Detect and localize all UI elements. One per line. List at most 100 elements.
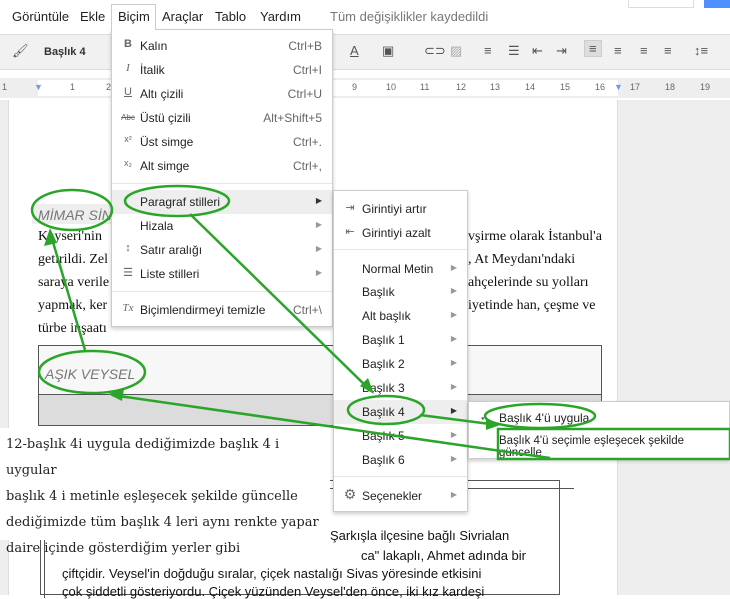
save-status: Tüm değişiklikler kaydedildi [330, 9, 489, 24]
decrease-indent-icon[interactable]: ⇤ [532, 43, 543, 59]
increase-indent-icon: ⇥ [345, 202, 355, 214]
menu-help[interactable]: Yardım [260, 9, 301, 24]
justify-icon[interactable]: ≡ [664, 43, 672, 58]
body-text[interactable]: çok şiddetli gösteriyordu. Çiçek yüzünde… [62, 584, 484, 599]
menu-item-strikethrough[interactable]: Abc Üstü çizili Alt+Shift+5 [112, 106, 332, 130]
body-text[interactable]: çiftçidir. Veysel'in doğduğu sıralar, çi… [62, 566, 481, 581]
indent-marker-icon[interactable]: ▼ [34, 82, 43, 92]
list-icon: ☰ [123, 267, 133, 279]
ruler-tick: 17 [630, 82, 641, 92]
menu-item-options[interactable]: ⚙ Seçenekler ▶ [334, 484, 467, 508]
align-left-icon[interactable]: ≡ [584, 40, 602, 57]
paragraph-styles-menu: ⇥ Girintiyi artır ⇤ Girintiyi azalt Normal… [333, 190, 468, 512]
strikethrough-icon: Abc [121, 113, 135, 122]
menu-item-update-heading-4[interactable]: Başlık 4'ü seçimle eşleşecek şekilde gün… [469, 430, 729, 459]
clear-formatting-icon: Tx [122, 302, 134, 314]
menu-tools[interactable]: Araçlar [162, 9, 203, 24]
ruler[interactable]: 1 ▼ 1 2 9 10 11 12 13 14 15 16 ▼ 17 18 1… [0, 78, 730, 98]
menu-format-open[interactable]: Biçim [118, 9, 150, 24]
body-text[interactable]: Şarkışla ilçesine bağlı Sivrialan [330, 528, 509, 543]
heading-asik-veysel[interactable]: AŞIK VEYSEL [45, 366, 135, 382]
menu-item-line-spacing[interactable]: ↕ Satır aralığı ▶ [112, 238, 332, 262]
paint-format-icon[interactable]: 🖌 [12, 43, 29, 59]
menu-item-list-styles[interactable]: ☰ Liste stilleri ▶ [112, 262, 332, 286]
ruler-tick: 11 [420, 82, 430, 92]
menu-item-subscript[interactable]: x₂ Alt simge Ctrl+, [112, 154, 332, 178]
body-text[interactable]: , At Meydanı'ndaki [468, 252, 575, 268]
bulleted-list-icon[interactable]: ☰ [508, 43, 520, 59]
chevron-right-icon: ▶ [450, 382, 457, 391]
ruler-tick: 12 [456, 82, 467, 92]
superscript-icon: x² [124, 134, 132, 144]
chevron-right-icon: ▶ [450, 454, 457, 463]
note-line: başlık 4 i metinle eşleşecek şekilde gün… [6, 489, 298, 504]
share-button[interactable] [704, 0, 730, 8]
text-color-icon[interactable]: A [350, 43, 359, 58]
menu-item-underline[interactable]: U Altı çizili Ctrl+U [112, 82, 332, 106]
ruler-tick: 14 [525, 82, 536, 92]
note-line: dediğimizde tüm başlık 4 leri aynı renkt… [6, 515, 319, 530]
line-spacing-icon[interactable]: ↕≡ [694, 43, 708, 58]
note-line: daire içinde gösterdiğim yerler gibi [6, 541, 241, 556]
menu-item-subtitle[interactable]: Alt başlık ▶ [334, 304, 467, 328]
italic-icon: I [126, 62, 130, 74]
menu-item-heading-5[interactable]: Başlık 5 ▶ [334, 424, 467, 448]
menu-item-heading-2[interactable]: Başlık 2 ▶ [334, 352, 467, 376]
body-text[interactable]: getirildi. Zel [38, 252, 108, 268]
bold-icon: B [124, 38, 132, 50]
right-indent-marker-icon[interactable]: ▼ [614, 82, 623, 92]
menu-item-increase-indent[interactable]: ⇥ Girintiyi artır [334, 197, 467, 221]
format-menu: B Kalın Ctrl+B I İtalik Ctrl+I U Altı çizili C… [111, 29, 333, 327]
checkmark-icon: ✓ [479, 409, 491, 424]
menu-insert[interactable]: Ekle [80, 9, 105, 24]
ruler-tick: 15 [560, 82, 571, 92]
body-text[interactable]: saraya verile [38, 275, 109, 291]
body-text[interactable]: vşirme olarak İstanbul'a [468, 229, 602, 245]
menu-view[interactable]: Görüntüle [12, 9, 69, 24]
increase-indent-icon[interactable]: ⇥ [556, 43, 567, 59]
align-center-icon[interactable]: ≡ [614, 43, 622, 58]
align-right-icon[interactable]: ≡ [640, 43, 648, 58]
chevron-right-icon: ▶ [315, 244, 322, 253]
menu-bar: Görüntüle Ekle Biçim Araçlar Tablo Yardı… [0, 0, 730, 32]
chevron-right-icon: ▶ [315, 268, 322, 277]
note-line: 12-başlık 4i uygula dediğimizde başlık 4… [6, 437, 280, 478]
menu-item-superscript[interactable]: x² Üst simge Ctrl+. [112, 130, 332, 154]
menu-item-heading-4[interactable]: Başlık 4 ▶ [334, 400, 467, 424]
ruler-tick: 10 [386, 82, 397, 92]
menu-item-heading-3[interactable]: Başlık 3 ▶ [334, 376, 467, 400]
body-text[interactable]: türbe inşaatı [38, 321, 107, 337]
menu-item-title[interactable]: Başlık ▶ [334, 280, 467, 304]
menu-item-normal-text[interactable]: Normal Metin ▶ [334, 257, 467, 281]
underline-icon: U [124, 86, 132, 98]
ruler-tick: 1 [2, 82, 8, 92]
chevron-right-icon: ▶ [450, 334, 457, 343]
body-text[interactable]: Kayseri'nin [38, 229, 102, 245]
annotation-note: 12-başlık 4i uygula dediğimizde başlık 4… [0, 428, 330, 556]
highlight-color-icon[interactable]: ▣ [382, 43, 394, 59]
menu-item-apply-heading-4[interactable]: ✓ Başlık 4'ü uygula [469, 406, 729, 430]
menu-item-heading-1[interactable]: Başlık 1 ▶ [334, 328, 467, 352]
body-text[interactable]: iyetinde han, çeşme ve [468, 298, 596, 314]
style-select[interactable]: Başlık 4 [44, 46, 86, 58]
decrease-indent-icon: ⇤ [345, 226, 355, 238]
chevron-right-icon: ▶ [450, 430, 457, 439]
body-text[interactable]: ca" lakaplı, Ahmet adında bir [330, 548, 526, 563]
menu-table[interactable]: Tablo [215, 9, 246, 24]
subscript-icon: x₂ [124, 158, 132, 168]
body-text[interactable]: ahçelerinde su yolları [468, 275, 589, 291]
menu-item-clear-formatting[interactable]: Tx Biçimlendirmeyi temizle Ctrl+\ [112, 298, 332, 322]
heading-mimar-sinan[interactable]: MİMAR SİN [38, 207, 112, 223]
body-text[interactable]: yapmak, ker [38, 298, 107, 314]
ruler-tick: 16 [595, 82, 606, 92]
menu-item-italic[interactable]: I İtalik Ctrl+I [112, 58, 332, 82]
menu-item-decrease-indent[interactable]: ⇤ Girintiyi azalt [334, 221, 467, 245]
numbered-list-icon[interactable]: ≡ [484, 43, 492, 58]
menu-item-align[interactable]: Hizala ▶ [112, 214, 332, 238]
image-icon[interactable]: ▨ [450, 43, 462, 59]
comments-button[interactable] [628, 0, 694, 8]
menu-item-paragraph-styles[interactable]: Paragraf stilleri ▶ [112, 190, 332, 214]
menu-item-bold[interactable]: B Kalın Ctrl+B [112, 34, 332, 58]
link-icon[interactable]: ⊂⊃ [424, 43, 446, 59]
menu-item-heading-6[interactable]: Başlık 6 ▶ [334, 448, 467, 472]
